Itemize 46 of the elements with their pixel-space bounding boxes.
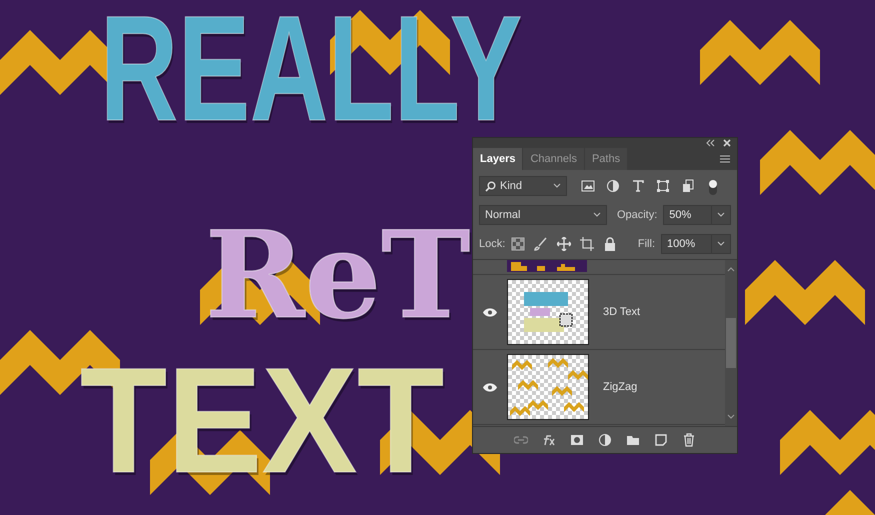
image-filter-icon[interactable]	[581, 179, 595, 193]
artwork-word: REALLY	[100, 8, 522, 128]
panel-tab[interactable]: Layers	[473, 148, 522, 170]
collapse-icon[interactable]	[705, 139, 715, 147]
lock-label: Lock:	[479, 238, 506, 250]
chevron-down-icon	[553, 183, 561, 189]
chevron-down-icon	[717, 212, 725, 218]
close-icon[interactable]	[723, 139, 731, 147]
fill-field[interactable]: 100%	[661, 234, 731, 254]
blend-mode-dropdown[interactable]: Normal	[479, 205, 607, 225]
artwork-word: TEXT	[80, 360, 444, 480]
chevron-down-icon	[592, 212, 601, 218]
scroll-down-icon[interactable]	[727, 414, 735, 420]
menu-icon[interactable]	[719, 153, 731, 165]
artwork-word: ReT	[205, 228, 470, 324]
smart-object-filter-icon[interactable]	[681, 179, 695, 193]
eye-icon[interactable]	[483, 382, 497, 392]
layer-name: 3D Text	[603, 306, 640, 318]
adjustment-filter-icon[interactable]	[606, 179, 620, 193]
chevron-down-icon	[717, 241, 725, 247]
brush-icon[interactable]	[534, 237, 548, 251]
adjustment-layer-icon[interactable]	[598, 433, 612, 447]
crop-icon[interactable]	[580, 237, 594, 251]
scrollbar[interactable]	[725, 260, 737, 426]
shape-filter-icon[interactable]	[656, 179, 670, 193]
scroll-up-icon[interactable]	[727, 266, 735, 272]
fill-label: Fill:	[638, 238, 655, 250]
opacity-field[interactable]: 50%	[663, 205, 731, 225]
filter-dropdown[interactable]: Kind	[479, 176, 567, 196]
mask-icon[interactable]	[570, 433, 584, 447]
lock-transparent-pixels-icon[interactable]	[511, 237, 526, 251]
folder-icon[interactable]	[626, 433, 640, 447]
scroll-thumb[interactable]	[726, 318, 736, 368]
new-layer-icon[interactable]	[654, 433, 668, 447]
trash-icon[interactable]	[682, 433, 696, 447]
layer-row[interactable]: ZigZag	[473, 350, 725, 425]
layer-row[interactable]: 3D Text	[473, 275, 725, 350]
effects-icon[interactable]	[542, 433, 556, 447]
layer-name: ZigZag	[603, 381, 638, 393]
search-icon	[485, 180, 496, 192]
move-icon[interactable]	[557, 237, 572, 251]
lock-icon[interactable]	[603, 237, 618, 251]
opacity-label: Opacity:	[616, 209, 658, 221]
toggle-icon[interactable]	[706, 177, 720, 195]
eye-icon[interactable]	[483, 308, 497, 316]
type-filter-icon[interactable]	[631, 179, 645, 193]
